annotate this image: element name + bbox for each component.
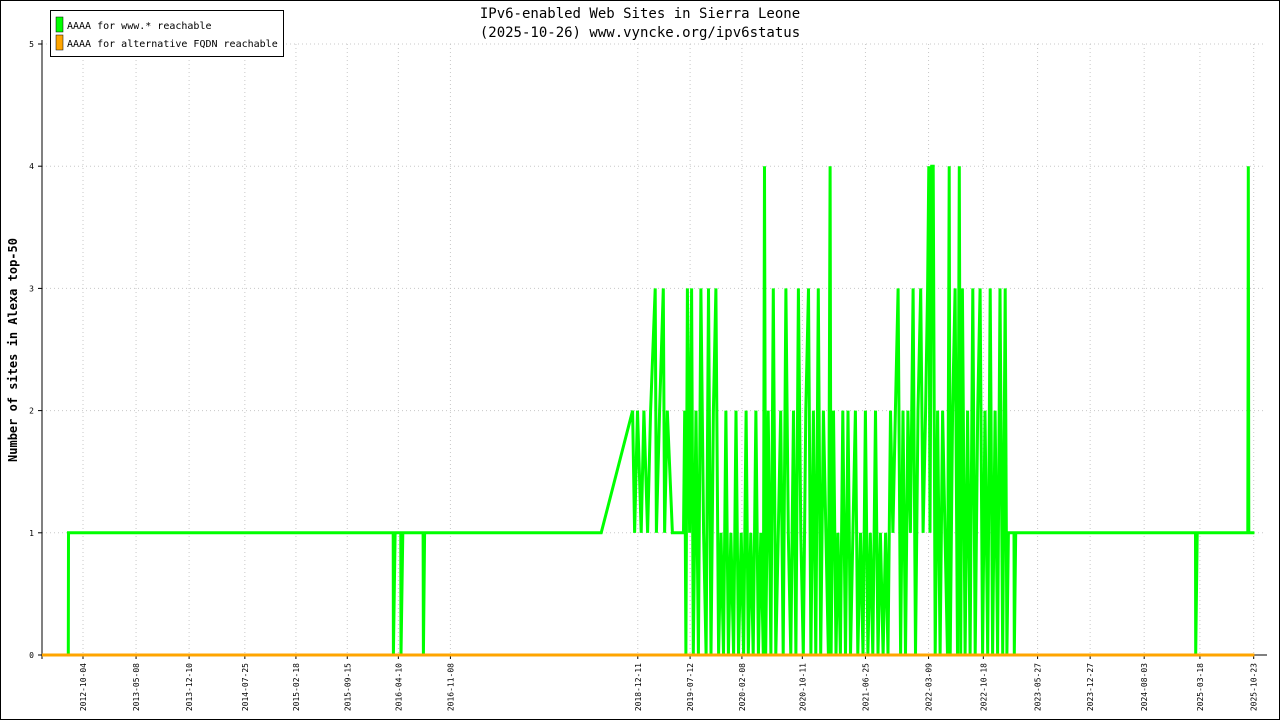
x-tick-label: 2021-06-25 — [861, 663, 870, 711]
y-tick-label: 5 — [29, 40, 34, 49]
chart-svg: 0 1 2 3 4 5 2012-10-04 2013-05-08 2013-12-10 2014… — [0, 0, 1280, 720]
y-tick-label: 3 — [29, 284, 34, 293]
y-axis-label: Number of sites in Alexa top-50 — [6, 238, 20, 462]
legend-label-alt-fqdn: AAAA for alternative FQDN reachable — [67, 39, 278, 50]
legend-swatch-alt-fqdn — [55, 34, 64, 51]
x-tick-label: 2025-03-18 — [1196, 663, 1205, 711]
x-tick-label: 2025-10-23 — [1250, 663, 1259, 711]
legend-label-www: AAAA for www.* reachable — [67, 21, 212, 32]
x-tick-label: 2023-05-27 — [1034, 663, 1043, 711]
x-tick-label: 2024-08-03 — [1140, 663, 1149, 711]
x-tick-label: 2023-12-27 — [1086, 663, 1095, 711]
y-tick-label: 2 — [29, 407, 34, 416]
chart-title: IPv6-enabled Web Sites in Sierra Leone — [480, 6, 800, 22]
x-tick-label: 2014-07-25 — [241, 663, 250, 711]
legend: AAAA for www.* reachable AAAA for altern… — [50, 10, 284, 57]
x-tick-label: 2022-10-18 — [979, 663, 988, 711]
x-tick-label: 2015-02-18 — [292, 663, 301, 711]
legend-swatch-www — [55, 16, 64, 33]
y-tick-label: 4 — [29, 162, 34, 171]
y-tick-label: 1 — [29, 529, 34, 538]
x-tick-label: 2018-12-11 — [634, 663, 643, 711]
x-tick-label: 2013-05-08 — [132, 663, 141, 711]
y-tick-label: 0 — [29, 651, 34, 660]
x-tick-label: 2020-10-11 — [798, 663, 807, 711]
x-tick-label: 2015-09-15 — [343, 663, 352, 711]
x-tick-label: 2020-02-08 — [738, 663, 747, 711]
x-tick-label: 2016-11-08 — [446, 663, 455, 711]
x-tick-label: 2019-07-12 — [686, 663, 695, 711]
x-tick-label: 2022-03-09 — [925, 663, 934, 711]
chart-subtitle: (2025-10-26) www.vyncke.org/ipv6status — [480, 25, 800, 41]
x-tick-label: 2012-10-04 — [79, 663, 88, 711]
x-tick-label: 2016-04-10 — [394, 663, 403, 711]
x-tick-label: 2013-12-10 — [185, 663, 194, 711]
chart-border — [0, 0, 1280, 720]
